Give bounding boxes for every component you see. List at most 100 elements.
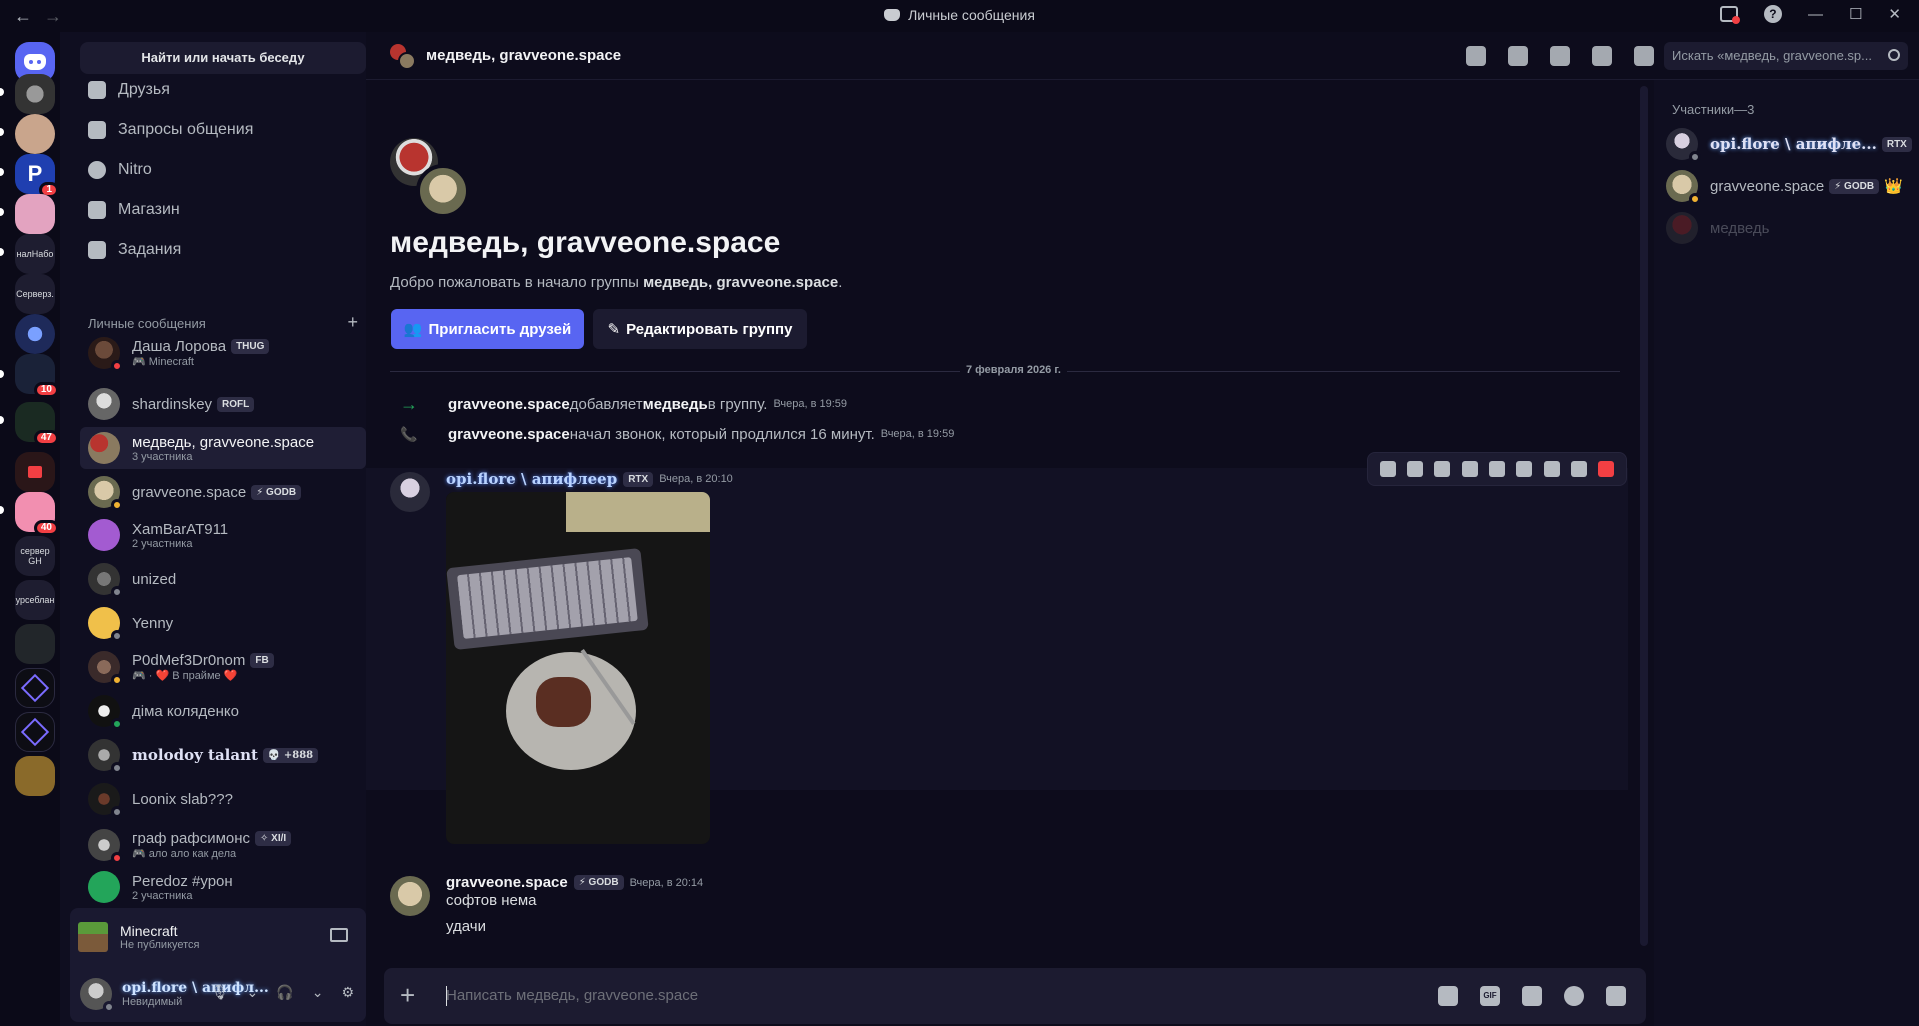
voice-call-icon[interactable] (1466, 46, 1486, 66)
dm-item[interactable]: ХamBarAT911 2 участника (80, 514, 366, 556)
edit-icon[interactable] (1543, 461, 1560, 477)
server-icon[interactable] (15, 74, 55, 114)
gif-button[interactable]: GIF (1480, 986, 1500, 1006)
add-friends-icon[interactable] (1592, 46, 1612, 66)
dm-item[interactable]: P0dMef3Dr0nom FB 🎮 · ❤️ В прайме ❤️ (80, 646, 366, 688)
chevron-down-icon[interactable]: ⌄ (247, 984, 259, 1001)
server-icon[interactable]: 40 (15, 492, 59, 536)
server-icon[interactable] (15, 712, 55, 752)
member-item[interactable]: opi.flore \ апифле... RTX (1666, 124, 1912, 164)
apps-icon[interactable] (1606, 986, 1626, 1006)
server-icon[interactable] (15, 114, 55, 154)
member-name: gravveone.space (1710, 177, 1825, 195)
member-count: 2 участника (132, 537, 193, 550)
unread-pill (0, 88, 4, 96)
arrow-right-icon: → (400, 393, 418, 414)
microphone-icon[interactable]: 🎙 (211, 984, 229, 1001)
message-author[interactable]: gravveone.space (446, 874, 568, 891)
dm-item[interactable]: shardinskey ROFL (80, 383, 366, 425)
server-icon[interactable]: P 1 (15, 154, 59, 198)
member-list-icon[interactable] (1634, 46, 1654, 66)
inbox-icon[interactable] (1719, 6, 1740, 24)
dm-item[interactable]: molodoy talant 💀 +888 (80, 734, 366, 776)
nav-friends[interactable]: Друзья (88, 72, 170, 108)
avatar[interactable] (390, 876, 430, 916)
minimize-button[interactable]: — (1808, 6, 1823, 23)
find-conversation-button[interactable]: Найти или начать беседу (80, 42, 366, 74)
system-target[interactable]: медведь (643, 396, 708, 413)
dm-item[interactable]: Даша Лорова THUG 🎮 Minecraft (80, 332, 366, 374)
attach-plus-icon[interactable]: + (400, 982, 415, 1008)
emoji-icon[interactable] (1564, 986, 1584, 1006)
edit-group-button[interactable]: ✎ Редактировать группу (593, 309, 807, 349)
forward-icon[interactable] (1570, 461, 1587, 477)
delete-icon[interactable] (1598, 461, 1615, 477)
avatar (88, 783, 123, 818)
invite-friends-button[interactable]: 👥 Пригласить друзей (391, 309, 584, 349)
chat-scrollbar[interactable] (1640, 86, 1648, 946)
user-avatar[interactable] (80, 978, 115, 1013)
nav-quests[interactable]: Задания (88, 232, 181, 268)
search-input[interactable]: Искать «медведь, gravveone.sp... (1664, 42, 1908, 70)
dm-name: unized (132, 570, 177, 588)
server-icon[interactable] (15, 756, 55, 796)
system-actor[interactable]: gravveone.space (448, 426, 570, 443)
server-folder[interactable]: 10 (15, 354, 59, 398)
server-icon[interactable]: Серверз. (15, 274, 55, 314)
member-item[interactable]: gravveone.space ⚡ GODB 👑 (1666, 166, 1906, 206)
video-call-icon[interactable] (1508, 46, 1528, 66)
monitor-icon[interactable] (330, 928, 348, 942)
maximize-button[interactable]: ☐ (1849, 5, 1862, 23)
chevron-down-icon[interactable]: ⌄ (312, 984, 324, 1001)
gift-icon[interactable] (1438, 986, 1458, 1006)
headphones-icon[interactable]: 🎧 (276, 984, 293, 1001)
server-icon[interactable]: урсеблан (15, 580, 55, 620)
sticker-icon[interactable] (1522, 986, 1542, 1006)
server-icon[interactable] (15, 314, 55, 354)
server-folder[interactable]: 47 (15, 402, 59, 446)
reply-icon[interactable] (1488, 461, 1505, 477)
phone-icon: 📞 (400, 425, 418, 442)
help-icon[interactable]: ? (1763, 5, 1782, 23)
nav-nitro[interactable]: Nitro (88, 152, 152, 188)
create-dm-button[interactable]: + (347, 313, 358, 331)
dm-item-active-group[interactable]: медведь, gravveone.space 3 участника (80, 427, 366, 469)
system-actor[interactable]: gravveone.space (448, 396, 570, 413)
member-item-offline[interactable]: медведь (1666, 208, 1906, 248)
guild-tag[interactable]: RTX (623, 471, 654, 487)
dm-name: Loonix slab??? (132, 790, 233, 808)
server-icon[interactable]: сервер GH (15, 536, 55, 576)
dm-item[interactable]: Yenny (80, 602, 366, 644)
dm-item[interactable]: unized (80, 558, 366, 600)
close-button[interactable]: ✕ (1888, 5, 1901, 23)
avatar[interactable] (390, 472, 430, 512)
message-input[interactable]: Написать медведь, gravveone.space (446, 987, 698, 1004)
activity-status: Не публикуется (120, 939, 200, 951)
server-icon[interactable]: налНабо (15, 234, 55, 274)
activity-panel[interactable]: Minecraft Не публикуется (70, 908, 366, 966)
message-text: софтов нема (446, 892, 537, 909)
thread-icon[interactable] (1434, 461, 1451, 477)
nav-message-requests[interactable]: Запросы общения (88, 112, 253, 148)
nav-shop[interactable]: Магазин (88, 192, 180, 228)
dm-item[interactable]: Loonix slab??? (80, 778, 366, 820)
dm-item[interactable]: діма коляденко (80, 690, 366, 732)
dm-item[interactable]: граф рафсимонс ✧ XI/I 🎮 ало ало как дела (80, 824, 366, 866)
server-icon[interactable] (15, 194, 55, 234)
server-folder[interactable] (15, 452, 55, 492)
guild-tag: ROFL (217, 396, 255, 412)
dm-item[interactable]: gravveone.space ⚡ GODB (80, 471, 366, 513)
gear-icon[interactable]: ⚙ (341, 984, 354, 1001)
server-icon[interactable] (15, 624, 55, 664)
guild-tag[interactable]: ⚡ GODB (573, 875, 624, 890)
server-icon[interactable] (15, 668, 55, 708)
dm-item[interactable]: Peredoz #урон 2 участника (80, 866, 366, 908)
image-attachment[interactable] (446, 492, 710, 844)
pin-icon[interactable] (1461, 461, 1478, 477)
pin-icon[interactable] (1550, 46, 1570, 66)
add-reaction-icon[interactable] (1516, 461, 1533, 477)
message-author[interactable]: opi.flore \ апифлеер (446, 470, 617, 488)
link-icon[interactable] (1406, 461, 1423, 477)
copy-id-icon[interactable] (1379, 461, 1396, 477)
guild-tag: THUG (231, 339, 270, 354)
